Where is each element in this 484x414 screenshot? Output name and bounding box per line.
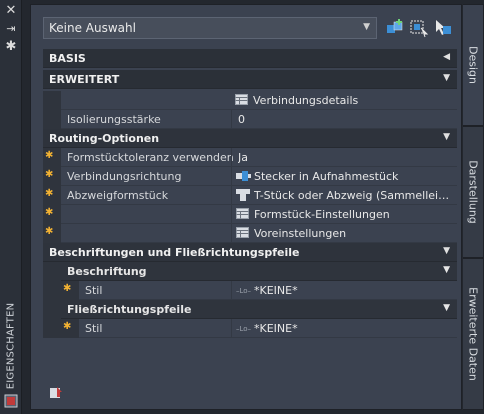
expand-down-icon: ▼ — [443, 303, 450, 313]
prop-abzweigformstueck[interactable]: ✱ Abzweigformstück T-Stück oder Abzweig … — [43, 186, 457, 205]
prop-value: Voreinstellungen — [254, 227, 347, 240]
close-icon[interactable]: ✕ — [4, 4, 18, 18]
tee-fitting-icon — [236, 189, 250, 201]
tab-darstellung[interactable]: Darstellung — [463, 126, 484, 258]
required-star-icon: ✱ — [45, 226, 54, 237]
prop-value: *KEINE* — [254, 284, 298, 297]
prop-label: Verbindungsrichtung — [67, 170, 182, 183]
prop-isolierungsstaerke[interactable]: Isolierungsstärke 0 — [43, 110, 457, 129]
selection-value: Keine Auswahl — [49, 21, 136, 35]
section-basis[interactable]: BASIS ◀ — [43, 49, 457, 68]
prop-stil-beschriftung[interactable]: ✱ Stil –Lo– *KEINE* — [43, 281, 457, 300]
expand-down-icon: ▼ — [443, 132, 450, 142]
prop-verbindungsrichtung[interactable]: ✱ Verbindungsrichtung Stecker in Aufnahm… — [43, 167, 457, 186]
palette-title-bar: ✕ ⇥ ✱ EIGENSCHAFTEN — [0, 0, 22, 414]
required-star-icon: ✱ — [45, 207, 54, 218]
prop-value: *KEINE* — [254, 322, 298, 335]
prop-formstueck-einstellungen[interactable]: ✱ Formstück-Einstellungen — [43, 205, 457, 224]
table-icon — [236, 227, 250, 239]
prop-verbindungsdetails[interactable]: Verbindungsdetails — [43, 91, 457, 110]
required-star-icon: ✱ — [63, 283, 72, 294]
collapse-left-icon: ◀ — [443, 52, 450, 62]
style-icon: –Lo– — [236, 284, 252, 296]
prop-label: Isolierungsstärke — [67, 113, 161, 126]
style-icon: –Lo– — [236, 322, 252, 334]
prop-label: Formstücktoleranz verwenden — [67, 151, 234, 164]
section-routing-optionen[interactable]: Routing-Optionen ▼ — [43, 129, 457, 148]
row-gutter — [43, 91, 61, 110]
expand-down-icon: ▼ — [443, 265, 450, 275]
table-icon — [236, 208, 250, 220]
select-objects-icon[interactable] — [409, 18, 429, 38]
prop-value: T-Stück oder Abzweig (Sammellei… — [254, 189, 450, 202]
prop-label: Abzweigformstück — [67, 189, 169, 202]
palette-title: EIGENSCHAFTEN — [5, 302, 17, 390]
subsection-fliessrichtungspfeile[interactable]: Fließrichtungspfeile ▼ — [43, 300, 457, 319]
palette-resize-icon[interactable] — [4, 394, 18, 408]
required-star-icon: ✱ — [45, 169, 54, 180]
prop-formstuecktoleranz[interactable]: ✱ Formstücktoleranz verwenden Ja — [43, 148, 457, 167]
prop-value: 0 — [238, 113, 245, 126]
connector-icon — [236, 170, 251, 182]
chevron-down-icon: ▼ — [363, 22, 370, 32]
toolbar: Keine Auswahl ▼ — [41, 17, 461, 41]
toggle-pickadd-icon[interactable] — [433, 18, 453, 38]
table-icon — [235, 94, 249, 106]
properties-panel: Keine Auswahl ▼ BASIS ◀ ERWEITERT ▼ Verbin… — [30, 4, 462, 410]
prop-stil-fliessrichtung[interactable]: ✱ Stil –Lo– *KEINE* — [43, 319, 457, 338]
subsection-beschriftung[interactable]: Beschriftung ▼ — [43, 262, 457, 281]
section-beschriftungen-fliessrichtungspfeile[interactable]: Beschriftungen und Fließrichtungspfeile ▼ — [43, 243, 457, 262]
tab-erweiterte-daten[interactable]: Erweiterte Daten — [463, 258, 484, 410]
tab-design[interactable]: Design — [463, 4, 484, 126]
prop-value: Ja — [238, 151, 248, 164]
quick-select-icon[interactable] — [385, 18, 405, 38]
prop-label: Stil — [85, 322, 103, 335]
row-gutter — [43, 110, 61, 129]
svg-text:–Lo–: –Lo– — [236, 325, 252, 333]
prop-value: Stecker in Aufnahmestück — [254, 170, 399, 183]
svg-text:–Lo–: –Lo– — [236, 287, 252, 295]
expand-down-icon: ▼ — [443, 73, 450, 83]
section-erweitert[interactable]: ERWEITERT ▼ — [43, 70, 457, 89]
settings-gear-icon[interactable]: ✱ — [4, 40, 18, 54]
required-star-icon: ✱ — [63, 321, 72, 332]
expand-down-icon: ▼ — [443, 246, 450, 256]
prop-label: Stil — [85, 284, 103, 297]
layer-preview-icon[interactable] — [49, 385, 65, 401]
selection-dropdown[interactable]: Keine Auswahl ▼ — [43, 17, 377, 39]
required-star-icon: ✱ — [45, 150, 54, 161]
prop-value: Formstück-Einstellungen — [254, 208, 390, 221]
autohide-icon[interactable]: ⇥ — [4, 22, 18, 36]
required-star-icon: ✱ — [45, 188, 54, 199]
prop-voreinstellungen[interactable]: ✱ Voreinstellungen — [43, 224, 457, 243]
